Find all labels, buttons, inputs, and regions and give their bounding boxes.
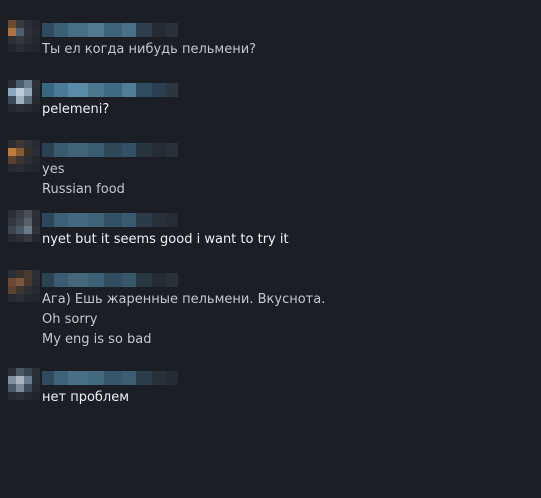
sender-name-redacted[interactable]	[42, 83, 178, 97]
message-text: Russian food	[42, 182, 125, 197]
avatar[interactable]	[8, 20, 40, 52]
chat-log: Ты ел когда нибудь пельмени? pelemeni? yes…	[0, 0, 541, 498]
avatar[interactable]	[8, 140, 40, 172]
message-header	[42, 82, 178, 98]
sender-name-redacted[interactable]	[42, 23, 178, 37]
message-text: pelemeni?	[42, 102, 110, 117]
message-header	[42, 212, 178, 228]
message-text: nyet but it seems good i want to try it	[42, 232, 289, 247]
avatar[interactable]	[8, 210, 40, 242]
message-text: yes	[42, 162, 65, 177]
message-lines: pelemeni?	[42, 100, 522, 120]
avatar[interactable]	[8, 368, 40, 400]
sender-name-redacted[interactable]	[42, 273, 178, 287]
avatar[interactable]	[8, 80, 40, 112]
message-header	[42, 22, 178, 38]
message-header	[42, 142, 178, 158]
message-lines: Ты ел когда нибудь пельмени?	[42, 40, 522, 60]
sender-name-redacted[interactable]	[42, 371, 178, 385]
message-lines: Ага) Ешь жаренные пельмени. Вкуснота. Oh …	[42, 290, 522, 350]
message-header	[42, 272, 178, 288]
message-text: Ты ел когда нибудь пельмени?	[42, 42, 257, 57]
message-text: Ага) Ешь жаренные пельмени. Вкуснота.	[42, 292, 326, 307]
message-header	[42, 370, 178, 386]
message-lines: yes Russian food	[42, 160, 522, 200]
sender-name-redacted[interactable]	[42, 213, 178, 227]
message-text: нет проблем	[42, 390, 130, 405]
message-text: Oh sorry	[42, 312, 98, 327]
message-lines: nyet but it seems good i want to try it	[42, 230, 522, 250]
sender-name-redacted[interactable]	[42, 143, 178, 157]
avatar[interactable]	[8, 270, 40, 302]
message-text: My eng is so bad	[42, 332, 152, 347]
message-lines: нет проблем	[42, 388, 522, 408]
